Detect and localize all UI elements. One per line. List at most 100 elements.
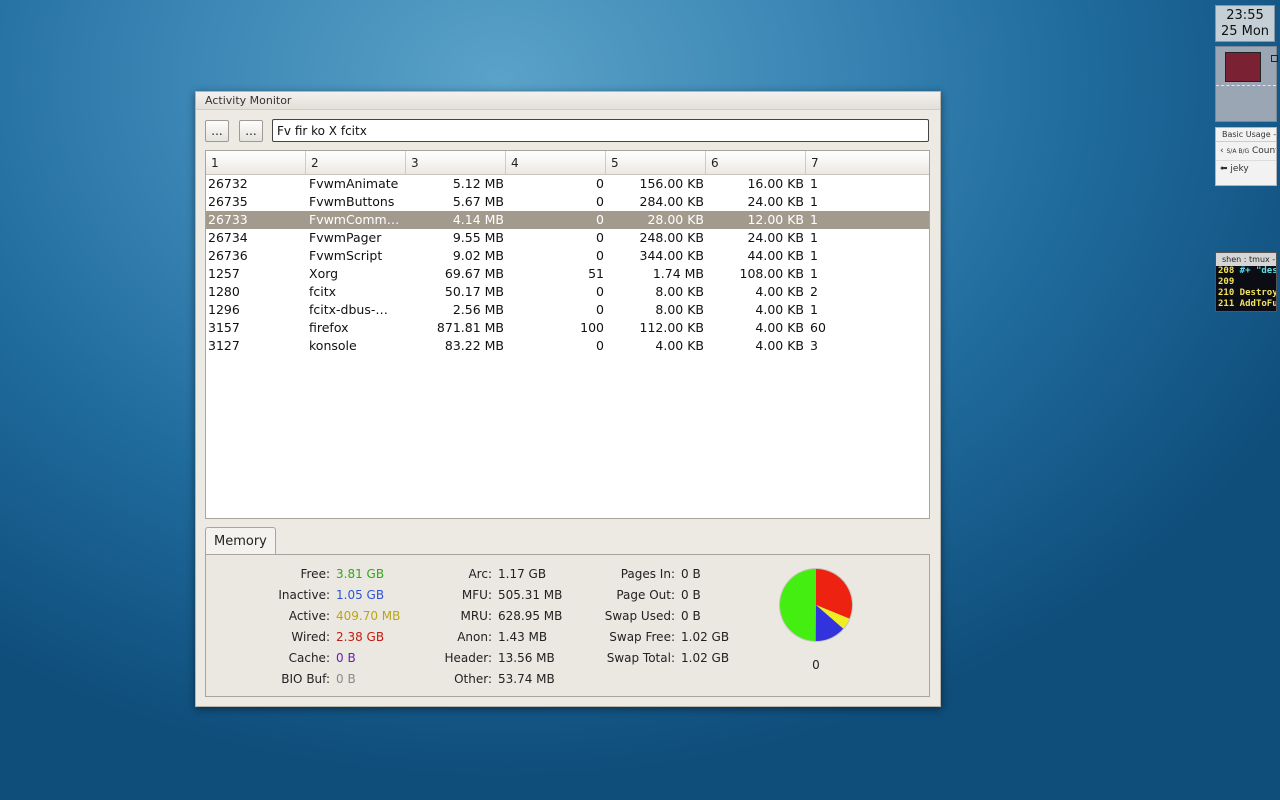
- terminal-line-number: 211: [1218, 299, 1235, 309]
- table-cell-col-6: 44.00 KB: [747, 248, 804, 263]
- table-cell-col-3: 5.67 MB: [452, 194, 504, 209]
- pie-label: 0: [812, 658, 820, 672]
- pager-window-thumbnail[interactable]: [1225, 52, 1261, 82]
- table-body: 26732 FvwmAnimate 5.12 MB 0 156.00 KB 16.00 K…: [206, 175, 929, 355]
- table-row[interactable]: 3127 konsole 83.22 MB 0 4.00 KB 4.00 KB 3: [206, 337, 929, 355]
- memory-stat: Swap Total: 1.02 GB: [546, 648, 751, 669]
- terminal-line: 208 #+ "des: [1216, 266, 1276, 277]
- column-header-2[interactable]: 2: [306, 151, 406, 174]
- memory-stat-label: Free:: [300, 567, 330, 581]
- clock-date: 25 Mon: [1220, 24, 1270, 39]
- column-header-7[interactable]: 7: [806, 151, 929, 174]
- table-cell-col-2: firefox: [309, 320, 349, 335]
- table-cell-col-7: 3: [810, 338, 818, 353]
- memory-stat-label: Page Out:: [616, 588, 675, 602]
- window-title[interactable]: Activity Monitor: [196, 92, 940, 110]
- memory-stat-label: Swap Used:: [604, 609, 675, 623]
- table-cell-col-2: FvwmButtons: [309, 194, 395, 209]
- column-header-1[interactable]: 1: [206, 151, 306, 174]
- toolbar-button-1[interactable]: ...: [205, 120, 229, 142]
- table-cell-col-4: 0: [596, 302, 604, 317]
- table-cell-col-7: 1: [810, 248, 818, 263]
- table-header: 1 2 3 4 5 6 7: [206, 151, 929, 175]
- table-cell-col-5: 112.00 KB: [639, 320, 704, 335]
- table-cell-col-3: 4.14 MB: [452, 212, 504, 227]
- browser-tab-label: Counte: [1252, 146, 1276, 156]
- table-row[interactable]: 26733 FvwmComm… 4.14 MB 0 28.00 KB 12.00 KB 1: [206, 211, 929, 229]
- process-table: 1 2 3 4 5 6 7 26732 FvwmAnimate 5.12 MB 0 15…: [205, 150, 930, 519]
- memory-stat-label: BIO Buf:: [281, 672, 330, 686]
- table-cell-col-6: 16.00 KB: [747, 176, 804, 191]
- clock-time: 23:55: [1226, 8, 1264, 23]
- table-row[interactable]: 3157 firefox 871.81 MB 100 112.00 KB 4.00 KB 6…: [206, 319, 929, 337]
- table-cell-col-7: 1: [810, 230, 818, 245]
- table-cell-col-6: 12.00 KB: [747, 212, 804, 227]
- table-cell-col-5: 8.00 KB: [655, 302, 704, 317]
- clock-widget[interactable]: 23:55 25 Mon: [1215, 5, 1275, 42]
- table-cell-col-1: 26735: [208, 194, 248, 209]
- table-cell-col-7: 1: [810, 176, 818, 191]
- column-header-5[interactable]: 5: [606, 151, 706, 174]
- table-cell-col-4: 51: [588, 266, 604, 281]
- terminal-line-number: 208: [1218, 266, 1235, 276]
- memory-stat-label: Other:: [454, 672, 492, 686]
- table-row[interactable]: 26735 FvwmButtons 5.67 MB 0 284.00 KB 24.00 K…: [206, 193, 929, 211]
- column-header-3[interactable]: 3: [406, 151, 506, 174]
- table-cell-col-3: 83.22 MB: [444, 338, 504, 353]
- tab-bar: Memory: [205, 527, 276, 554]
- terminal-line-text: AddToFu: [1234, 299, 1276, 309]
- table-cell-col-3: 2.56 MB: [452, 302, 504, 317]
- browser-title: Basic Usage - V: [1216, 128, 1276, 142]
- table-cell-col-3: 50.17 MB: [444, 284, 504, 299]
- memory-stat: Page Out: 0 B: [546, 585, 751, 606]
- table-cell-col-2: Xorg: [309, 266, 339, 281]
- search-input[interactable]: [272, 119, 929, 142]
- table-cell-col-1: 26734: [208, 230, 248, 245]
- table-row[interactable]: 1280 fcitx 50.17 MB 0 8.00 KB 4.00 KB 2: [206, 283, 929, 301]
- pie-slice-free: [780, 569, 816, 641]
- terminal-line: 211 AddToFu: [1216, 299, 1276, 310]
- table-cell-col-1: 26733: [208, 212, 248, 227]
- table-cell-col-6: 24.00 KB: [747, 230, 804, 245]
- table-row[interactable]: 26734 FvwmPager 9.55 MB 0 248.00 KB 24.00 KB 1: [206, 229, 929, 247]
- table-cell-col-7: 1: [810, 212, 818, 227]
- table-cell-col-5: 248.00 KB: [639, 230, 704, 245]
- column-header-4[interactable]: 4: [506, 151, 606, 174]
- terminal-thumbnail[interactable]: shen : tmux - 208 #+ "des 209 210 Destroy 2…: [1215, 252, 1277, 312]
- back-arrow-icon: ⬅: [1220, 164, 1228, 174]
- browser-tab-row: ‹ S/A B/G Counte: [1216, 142, 1276, 160]
- table-cell-col-2: fcitx-dbus-…: [309, 302, 388, 317]
- terminal-line-number: 209: [1218, 277, 1235, 287]
- table-row[interactable]: 1257 Xorg 69.67 MB 51 1.74 MB 108.00 KB 1: [206, 265, 929, 283]
- terminal-title: shen : tmux -: [1216, 253, 1276, 266]
- memory-stat-label: Cache:: [288, 651, 330, 665]
- table-cell-col-1: 26736: [208, 248, 248, 263]
- table-cell-col-4: 0: [596, 194, 604, 209]
- table-cell-col-6: 4.00 KB: [755, 302, 804, 317]
- memory-stat-value: 53.74 MB: [498, 672, 555, 686]
- tab-memory[interactable]: Memory: [205, 527, 276, 554]
- table-cell-col-4: 0: [596, 212, 604, 227]
- table-row[interactable]: 26736 FvwmScript 9.02 MB 0 344.00 KB 44.00 KB…: [206, 247, 929, 265]
- chevron-left-icon: ‹: [1220, 146, 1224, 156]
- table-cell-col-7: 1: [810, 194, 818, 209]
- desktop-pager[interactable]: [1215, 46, 1278, 122]
- column-header-6[interactable]: 6: [706, 151, 806, 174]
- table-cell-col-4: 0: [596, 338, 604, 353]
- table-cell-col-1: 1296: [208, 302, 240, 317]
- table-cell-col-4: 0: [596, 176, 604, 191]
- memory-stat-label: Swap Total:: [606, 651, 675, 665]
- memory-stat-value: 1.02 GB: [681, 651, 730, 665]
- table-cell-col-2: konsole: [309, 338, 357, 353]
- table-cell-col-3: 5.12 MB: [452, 176, 504, 191]
- memory-stat: Swap Used: 0 B: [546, 606, 751, 627]
- toolbar-button-2[interactable]: ...: [239, 120, 263, 142]
- table-row[interactable]: 1296 fcitx-dbus-… 2.56 MB 0 8.00 KB 4.00 KB 1: [206, 301, 929, 319]
- table-cell-col-6: 24.00 KB: [747, 194, 804, 209]
- table-cell-col-1: 3127: [208, 338, 240, 353]
- terminal-line-text: #+ "des: [1234, 266, 1276, 276]
- browser-thumbnail[interactable]: Basic Usage - V ‹ S/A B/G Counte ⬅ jeky: [1215, 127, 1277, 186]
- table-cell-col-7: 2: [810, 284, 818, 299]
- table-row[interactable]: 26732 FvwmAnimate 5.12 MB 0 156.00 KB 16.00 K…: [206, 175, 929, 193]
- table-cell-col-4: 0: [596, 284, 604, 299]
